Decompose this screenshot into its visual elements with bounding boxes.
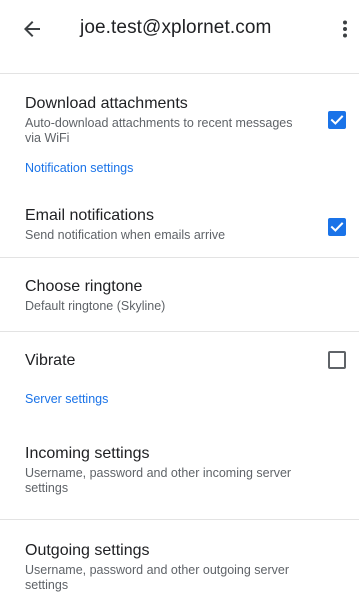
incoming-settings-label: Incoming settings [25,445,150,462]
account-title: joe.test@xplornet.com [80,17,272,38]
notification-settings-header-wrap: Notification settings [0,161,359,191]
outgoing-settings-row[interactable]: Outgoing settings Username, password and… [0,520,359,602]
server-settings-header-wrap: Server settings [0,392,359,426]
check-icon [330,222,344,232]
download-attachments-checkbox[interactable] [328,111,346,129]
email-notifications-checkbox[interactable] [328,218,346,236]
incoming-settings-row[interactable]: Incoming settings Username, password and… [0,426,359,520]
email-notifications-row[interactable]: Email notifications Send notification wh… [0,191,359,258]
choose-ringtone-row[interactable]: Choose ringtone Default ringtone (Skylin… [0,258,359,332]
email-notifications-label: Email notifications [25,207,154,224]
vibrate-checkbox[interactable] [328,351,346,369]
more-vert-icon[interactable] [333,17,357,41]
server-settings-header: Server settings [25,392,109,406]
incoming-settings-summary: Username, password and other incoming se… [25,466,292,495]
notification-settings-header: Notification settings [25,161,134,175]
vibrate-row[interactable]: Vibrate [0,332,359,392]
download-attachments-label: Download attachments [25,95,188,112]
settings-list: Download attachments Auto-download attac… [0,74,359,602]
app-bar: joe.test@xplornet.com [0,0,359,58]
outgoing-settings-label: Outgoing settings [25,542,150,559]
arrow-back-icon[interactable] [20,17,44,41]
vibrate-label: Vibrate [25,352,76,369]
choose-ringtone-label: Choose ringtone [25,278,143,295]
outgoing-settings-summary: Username, password and other outgoing se… [25,563,290,592]
choose-ringtone-summary: Default ringtone (Skyline) [25,299,166,313]
download-attachments-row[interactable]: Download attachments Auto-download attac… [0,74,359,161]
download-attachments-summary: Auto-download attachments to recent mess… [25,116,293,145]
email-notifications-summary: Send notification when emails arrive [25,228,226,242]
check-icon [330,115,344,125]
